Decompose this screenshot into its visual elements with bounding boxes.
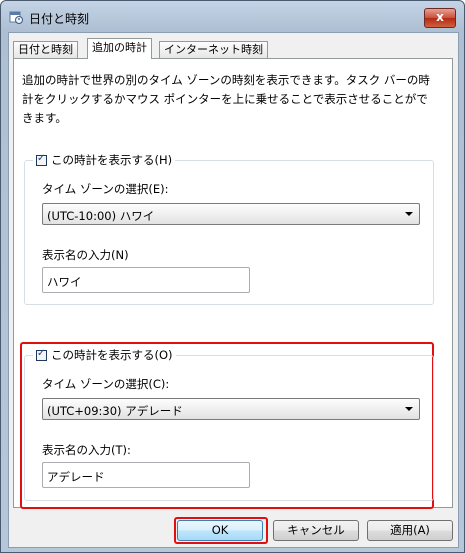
clock1-show-label: この時計を表示する(H) — [51, 153, 173, 167]
clock2-name-input[interactable]: アデレード — [42, 462, 250, 488]
title-bar[interactable]: 日付と時刻 x — [1, 1, 464, 33]
clock1-name-input[interactable]: ハワイ — [42, 267, 250, 293]
checkbox-checked-icon[interactable] — [36, 153, 47, 166]
clock2-group: この時計を表示する(O) タイム ゾーンの選択(C): (UTC+09:30) … — [24, 347, 434, 501]
clock1-show-checkbox[interactable]: この時計を表示する(H) — [33, 152, 176, 168]
clock2-timezone-value: (UTC+09:30) アデレード — [47, 404, 183, 418]
clock2-show-checkbox[interactable]: この時計を表示する(O) — [33, 347, 176, 363]
clock2-timezone-select[interactable]: (UTC+09:30) アデレード — [42, 398, 420, 420]
dialog-body: 日付と時刻 追加の時計 インターネット時刻 追加の時計で世界の別のタイム ゾーン… — [8, 32, 459, 548]
clock2-name-value: アデレード — [47, 470, 105, 484]
close-button[interactable]: x — [424, 8, 456, 28]
chevron-down-icon — [405, 212, 413, 216]
chevron-down-icon — [405, 407, 413, 411]
clock2-name-label: 表示名の入力(T): — [42, 443, 131, 457]
clock1-name-label: 表示名の入力(N) — [42, 248, 129, 262]
tab-panel: 追加の時計で世界の別のタイム ゾーンの時刻を表示できます。タスク バーの時計をク… — [13, 58, 453, 509]
clock1-group: この時計を表示する(H) タイム ゾーンの選択(E): (UTC-10:00) … — [24, 152, 434, 305]
apply-button[interactable]: 適用(A) — [367, 520, 453, 541]
clock1-timezone-select[interactable]: (UTC-10:00) ハワイ — [42, 203, 420, 225]
tab-additional-clocks[interactable]: 追加の時計 — [87, 38, 152, 59]
window-title: 日付と時刻 — [29, 12, 90, 26]
checkbox-checked-icon[interactable] — [36, 348, 47, 361]
clock1-name-value: ハワイ — [47, 275, 82, 289]
clock2-timezone-label: タイム ゾーンの選択(C): — [42, 377, 170, 391]
ok-button[interactable]: OK — [177, 520, 263, 541]
date-time-dialog: 日付と時刻 x 日付と時刻 追加の時計 インターネット時刻 追加の時計で世界の別… — [0, 0, 465, 553]
description-text: 追加の時計で世界の別のタイム ゾーンの時刻を表示できます。タスク バーの時計をク… — [22, 73, 430, 125]
tab-internet-time[interactable]: インターネット時刻 — [159, 41, 268, 58]
cancel-button[interactable]: キャンセル — [273, 520, 359, 541]
clock1-timezone-value: (UTC-10:00) ハワイ — [47, 209, 155, 223]
clock1-timezone-label: タイム ゾーンの選択(E): — [42, 182, 169, 196]
tab-date-time[interactable]: 日付と時刻 — [13, 41, 78, 58]
clock2-show-label: この時計を表示する(O) — [51, 348, 173, 362]
calendar-clock-icon — [9, 11, 23, 24]
